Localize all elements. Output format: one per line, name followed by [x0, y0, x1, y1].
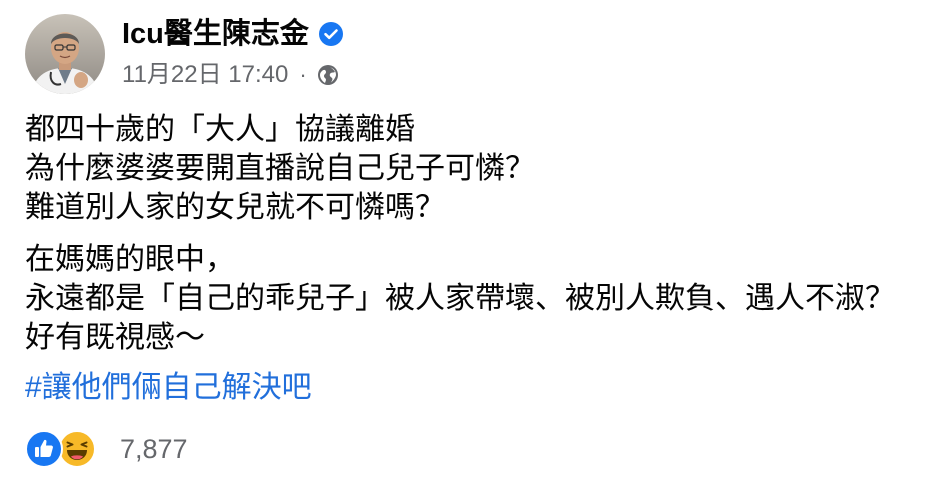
- post-text-line: 永遠都是「自己的乖兒子」被人家帶壞、被別人欺負、遇人不淑？: [25, 282, 895, 315]
- verified-badge-icon: [318, 21, 344, 47]
- author-avatar[interactable]: [25, 14, 105, 94]
- post-paragraph: 在媽媽的眼中， 永遠都是「自己的乖兒子」被人家帶壞、被別人欺負、遇人不淑？ 好有…: [25, 240, 920, 357]
- avatar-image: [25, 14, 105, 94]
- post-content: 都四十歲的「大人」協議離婚 為什麼婆婆要開直播說自己兒子可憐？ 難道別人家的女兒…: [25, 110, 920, 357]
- post-meta: 11月22日 17:40 ·: [122, 58, 340, 92]
- meta-separator: ·: [299, 62, 307, 87]
- author-name[interactable]: Icu醫生陳志金: [122, 14, 309, 54]
- post-text-line: 難道別人家的女兒就不可憐嗎？: [25, 191, 445, 224]
- haha-reaction-icon: [58, 430, 96, 468]
- post-paragraph: 都四十歲的「大人」協議離婚 為什麼婆婆要開直播說自己兒子可憐？ 難道別人家的女兒…: [25, 110, 920, 227]
- post-text-line: 在媽媽的眼中，: [25, 243, 235, 276]
- like-reaction-icon: [25, 430, 63, 468]
- reaction-icons: [25, 428, 105, 470]
- reactions-summary[interactable]: 7,877: [25, 428, 188, 470]
- hashtag-link[interactable]: #讓他們倆自己解決吧: [25, 368, 312, 407]
- author-row: Icu醫生陳志金: [122, 14, 344, 54]
- globe-icon[interactable]: [316, 63, 340, 87]
- reaction-count: 7,877: [120, 434, 188, 464]
- post-text-line: 好有既視感～: [25, 321, 205, 354]
- post-timestamp[interactable]: 11月22日 17:40: [122, 58, 288, 92]
- facebook-post: Icu醫生陳志金 11月22日 17:40 · 都四十歲的「大人」協議離婚 為什…: [0, 0, 932, 488]
- post-text-line: 為什麼婆婆要開直播說自己兒子可憐？: [25, 152, 535, 185]
- post-text-line: 都四十歲的「大人」協議離婚: [25, 113, 415, 146]
